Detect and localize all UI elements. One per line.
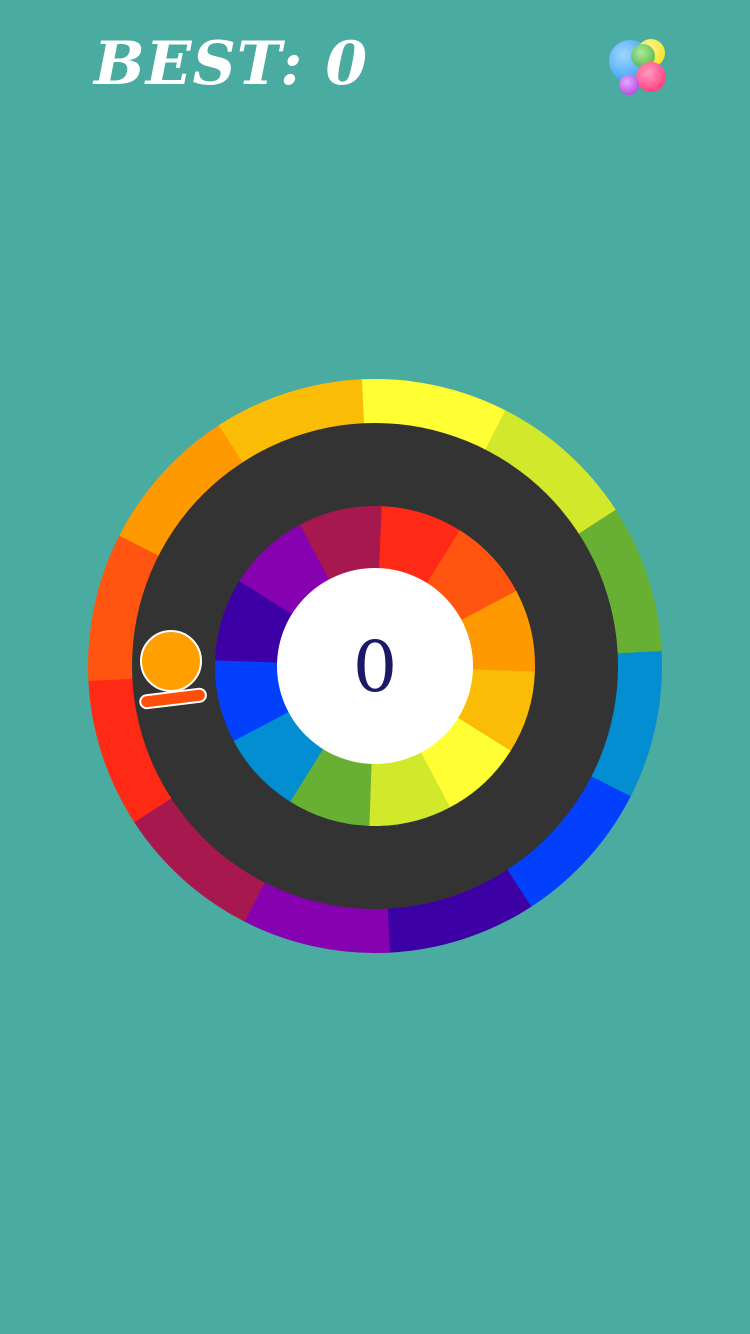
- game-screen[interactable]: BEST: 0 0: [0, 0, 750, 1334]
- score-counter: 0: [352, 626, 398, 708]
- ball: [140, 630, 202, 692]
